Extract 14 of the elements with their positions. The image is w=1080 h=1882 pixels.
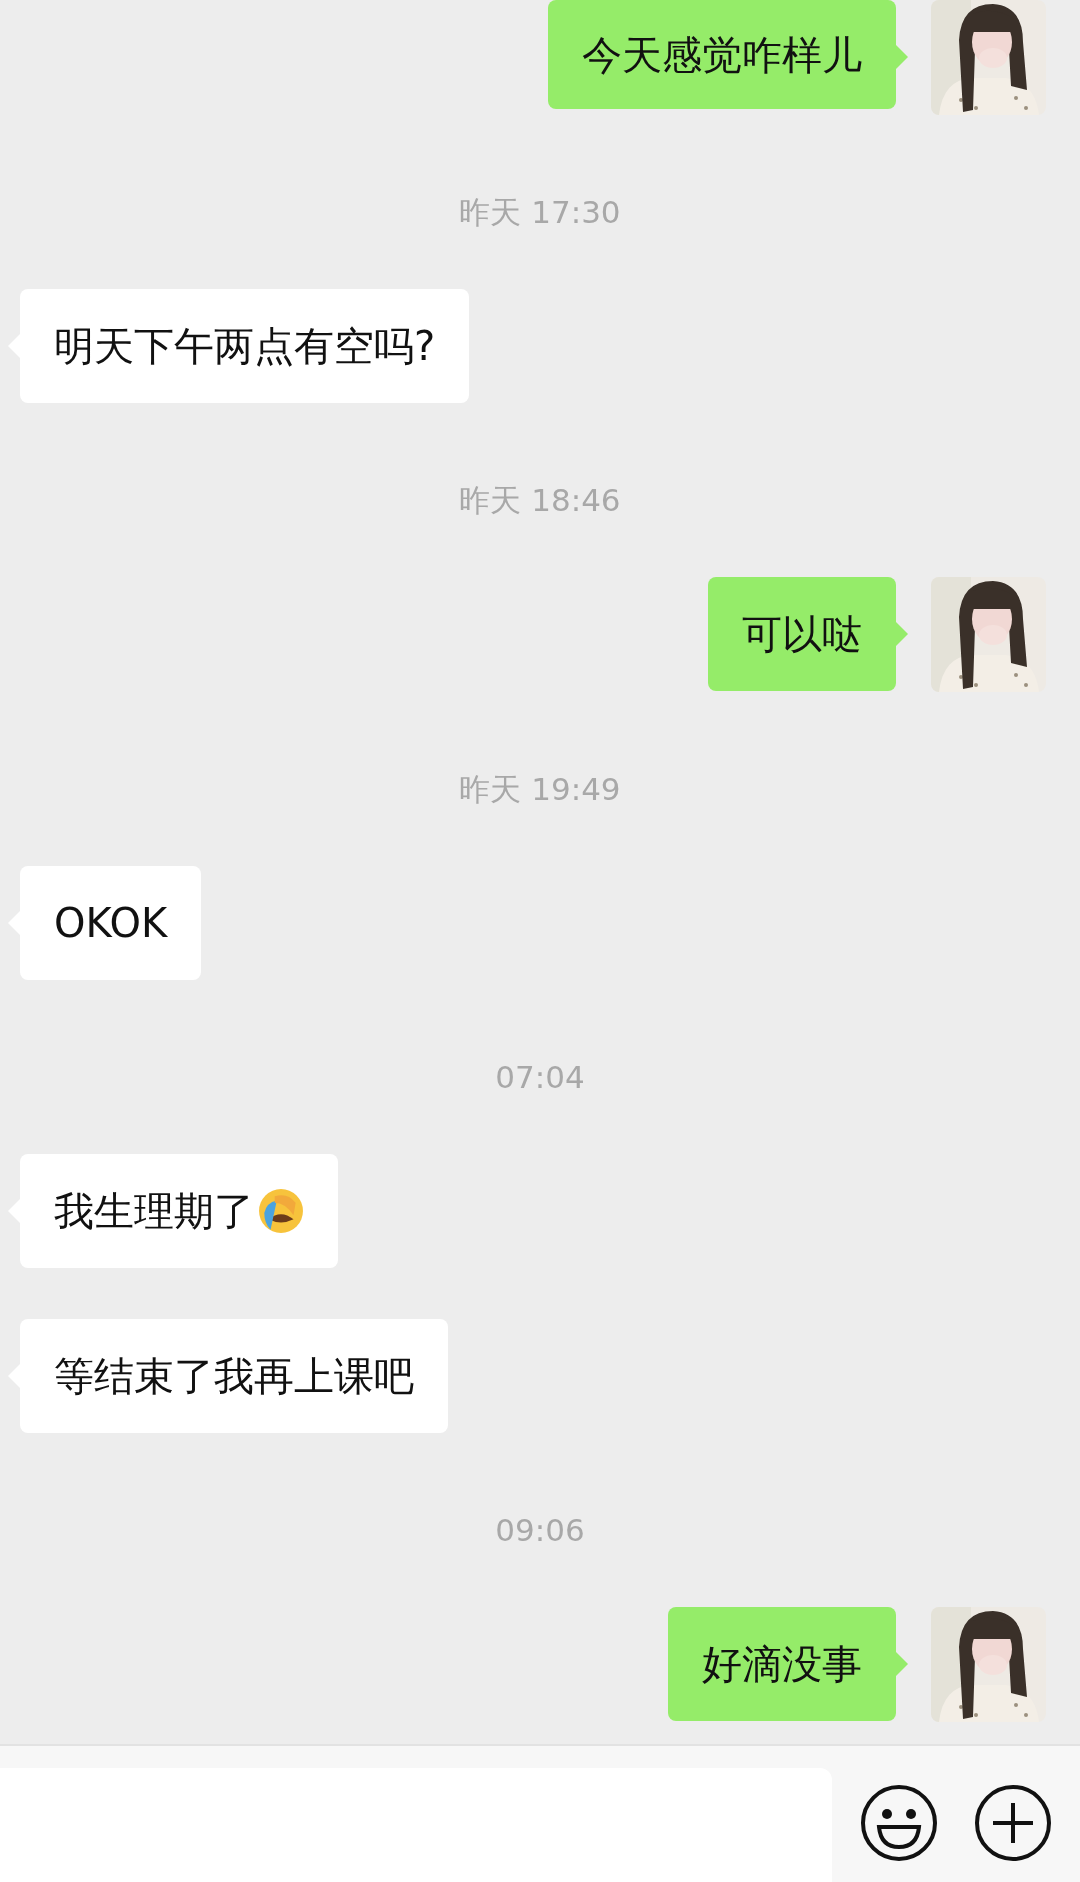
emoji-icon[interactable]	[859, 1783, 939, 1863]
timestamp: 昨天 17:30	[458, 193, 622, 232]
timestamp: 昨天 19:49	[458, 770, 622, 809]
message-text: 我生理期了	[54, 1187, 254, 1236]
timestamp: 09:06	[494, 1511, 586, 1550]
message-bubble: 好滴没事	[668, 1607, 908, 1721]
message-bubble: 等结束了我再上课吧	[8, 1319, 448, 1433]
add-icon[interactable]	[973, 1783, 1053, 1863]
timestamp: 07:04	[494, 1058, 586, 1097]
message-bubble: 今天感觉咋样儿	[548, 0, 908, 109]
timestamp: 昨天 18:46	[458, 481, 622, 520]
message-bubble: 可以哒	[708, 577, 908, 691]
message-bubble: OKOK	[8, 866, 202, 980]
message-bubble: 明天下午两点有空吗?	[8, 289, 470, 403]
